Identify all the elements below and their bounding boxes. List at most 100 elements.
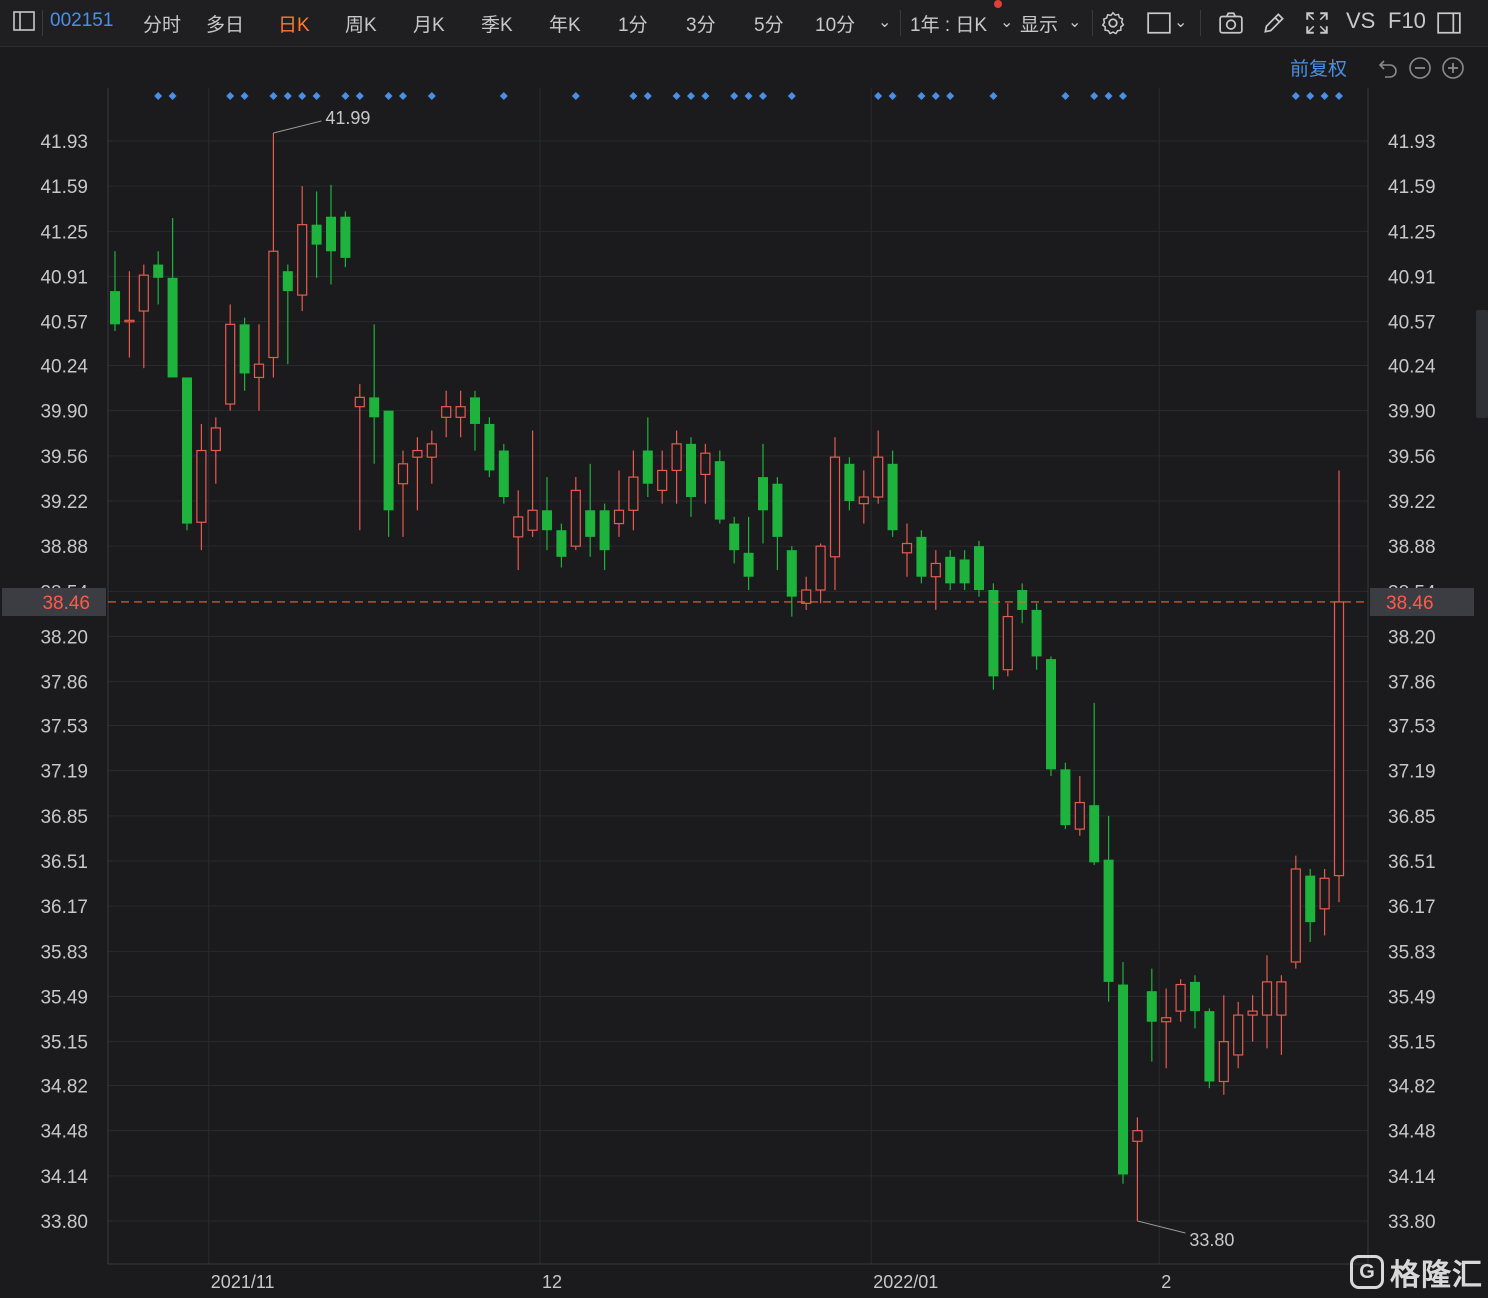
candle-body-up bbox=[700, 452, 711, 476]
candle-body-down bbox=[772, 483, 783, 537]
candle-body-down bbox=[326, 216, 336, 252]
candle-body-up bbox=[138, 274, 149, 312]
candle-body-down bbox=[167, 277, 178, 378]
candle-body-down bbox=[599, 510, 610, 551]
candle-body-down bbox=[498, 450, 509, 498]
y-tick-label-right: 37.53 bbox=[1388, 717, 1436, 738]
candle-body-up bbox=[455, 406, 466, 418]
current-price-right: 38.46 bbox=[1386, 593, 1434, 614]
candle-body-down bbox=[916, 536, 927, 577]
candle-body-up bbox=[412, 449, 423, 458]
candle-body-up bbox=[613, 509, 625, 525]
candle-body-up bbox=[858, 496, 869, 505]
candle-body-up bbox=[1247, 1010, 1258, 1016]
candle-body-up bbox=[570, 489, 581, 547]
y-tick-label-right: 37.86 bbox=[1388, 673, 1436, 694]
y-tick-label-left: 38.20 bbox=[40, 627, 88, 648]
y-tick-label-right: 35.49 bbox=[1388, 987, 1436, 1008]
y-tick-label-right: 35.83 bbox=[1388, 942, 1436, 963]
candle-body-up bbox=[1218, 1041, 1229, 1083]
y-tick-label-left: 41.25 bbox=[40, 222, 88, 243]
candle-body-up bbox=[354, 396, 365, 408]
candle-body-down bbox=[945, 556, 956, 584]
y-tick-label-right: 33.80 bbox=[1388, 1212, 1436, 1233]
candle-body-up bbox=[1276, 981, 1287, 1016]
candle-body-up bbox=[268, 250, 279, 359]
y-tick-label-right: 41.93 bbox=[1388, 132, 1436, 153]
y-tick-label-right: 34.82 bbox=[1388, 1077, 1436, 1098]
y-tick-label-right: 37.19 bbox=[1388, 762, 1436, 783]
plot-area bbox=[108, 88, 1368, 1264]
candle-body-down bbox=[714, 461, 725, 520]
candle-body-down bbox=[642, 450, 653, 484]
candle-body-up bbox=[1333, 601, 1345, 877]
brand-mark: G bbox=[1350, 1255, 1384, 1289]
candle-body-up bbox=[829, 456, 841, 558]
y-tick-label-left: 35.15 bbox=[40, 1033, 88, 1054]
candle-body-up bbox=[210, 427, 221, 452]
candle-body-up bbox=[873, 456, 884, 498]
candle-body-down bbox=[182, 377, 192, 524]
candle-body-up bbox=[441, 406, 452, 418]
candle-body-up bbox=[671, 443, 682, 472]
candle-body-down bbox=[1103, 859, 1114, 982]
x-tick-label: 2022/01 bbox=[873, 1272, 938, 1292]
current-price-left: 38.46 bbox=[42, 593, 90, 614]
candle-body-up bbox=[297, 224, 308, 296]
candle-body-up bbox=[930, 562, 941, 578]
candle-body-up bbox=[628, 476, 639, 511]
y-tick-label-left: 41.59 bbox=[40, 177, 88, 198]
candle-body-down bbox=[758, 477, 768, 511]
x-tick-label: 2 bbox=[1161, 1272, 1171, 1292]
candle-body-down bbox=[1204, 1011, 1215, 1082]
candle-body-up bbox=[196, 449, 207, 523]
candle-body-down bbox=[1089, 805, 1100, 863]
candle-body-down bbox=[988, 590, 999, 677]
candle-body-up bbox=[1132, 1130, 1143, 1142]
candle-body-down bbox=[369, 397, 380, 418]
candle-body-down bbox=[1190, 981, 1200, 1012]
y-tick-label-left: 33.80 bbox=[40, 1212, 88, 1233]
y-tick-label-right: 36.17 bbox=[1388, 897, 1436, 918]
candle-body-down bbox=[556, 530, 567, 557]
y-tick-label-left: 40.24 bbox=[40, 357, 88, 378]
candle-body-down bbox=[1046, 659, 1056, 770]
candle-body-up bbox=[124, 319, 135, 323]
candle-body-up bbox=[657, 469, 668, 491]
candle-body-up bbox=[513, 516, 524, 538]
candle-body-down bbox=[311, 224, 322, 245]
y-tick-label-right: 39.22 bbox=[1388, 492, 1436, 513]
y-tick-label-left: 37.86 bbox=[40, 673, 88, 694]
scrollbar[interactable] bbox=[1476, 310, 1488, 418]
candle-body-down bbox=[110, 291, 120, 325]
candle-body-down bbox=[383, 410, 394, 511]
y-tick-label-left: 39.22 bbox=[40, 492, 88, 513]
y-tick-label-right: 40.24 bbox=[1388, 357, 1436, 378]
candle-body-up bbox=[397, 463, 409, 485]
candle-body-up bbox=[1233, 1014, 1244, 1056]
y-tick-label-left: 41.93 bbox=[40, 132, 88, 153]
y-tick-label-left: 36.85 bbox=[40, 807, 88, 828]
candle-body-up bbox=[1074, 801, 1085, 830]
y-tick-label-left: 35.83 bbox=[40, 942, 88, 963]
y-tick-label-left: 39.56 bbox=[40, 447, 88, 468]
y-tick-label-right: 35.15 bbox=[1388, 1033, 1436, 1054]
candle-body-down bbox=[1305, 875, 1316, 923]
candle-body-up bbox=[1319, 877, 1330, 910]
x-tick-label: 12 bbox=[542, 1272, 562, 1292]
candle-body-up bbox=[1161, 1017, 1172, 1023]
candle-body-down bbox=[282, 271, 293, 292]
candle-body-down bbox=[887, 463, 898, 531]
x-tick-label: 2021/11 bbox=[211, 1272, 275, 1292]
candle-body-down bbox=[1118, 984, 1128, 1175]
candle-body-up bbox=[1175, 983, 1186, 1012]
candlestick-chart[interactable]: 41.93 41.93 41.59 41.59 41.25 41.25 40.91 40.91… bbox=[0, 0, 1488, 1298]
candle-body-down bbox=[1017, 590, 1028, 610]
y-tick-label-right: 36.85 bbox=[1388, 807, 1436, 828]
candle-body-down bbox=[340, 216, 351, 258]
candle-body-down bbox=[959, 559, 970, 584]
candle-body-up bbox=[901, 542, 913, 554]
candle-body-down bbox=[729, 523, 740, 551]
y-tick-label-right: 39.56 bbox=[1388, 447, 1436, 468]
candle-body-up bbox=[815, 545, 826, 591]
